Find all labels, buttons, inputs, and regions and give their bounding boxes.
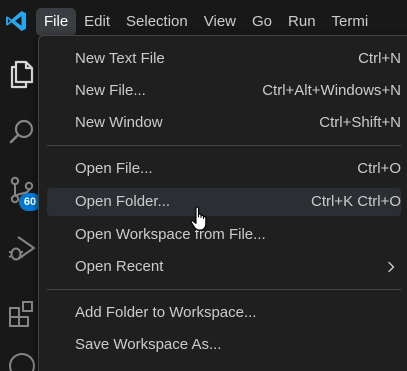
menu-item-shortcut: Ctrl+O bbox=[357, 160, 401, 177]
menu-item-shortcut: Ctrl+Alt+Windows+N bbox=[262, 82, 401, 99]
account-icon[interactable] bbox=[6, 350, 38, 371]
menu-go[interactable]: Go bbox=[244, 8, 280, 36]
menu-view[interactable]: View bbox=[196, 8, 244, 36]
menu-item-open-workspace-from-file[interactable]: Open Workspace from File... bbox=[47, 221, 401, 249]
file-menu-dropdown: New Text File Ctrl+N New File... Ctrl+Al… bbox=[38, 35, 407, 371]
menu-run[interactable]: Run bbox=[280, 8, 324, 36]
hand-pointer-icon bbox=[190, 206, 207, 231]
extensions-icon[interactable] bbox=[6, 298, 38, 330]
menu-file[interactable]: File bbox=[36, 8, 77, 36]
menu-separator bbox=[47, 145, 401, 146]
menu-item-label: Add Folder to Workspace... bbox=[75, 304, 257, 321]
menu-item-label: Open Recent bbox=[75, 258, 164, 275]
menu-item-label: Save Workspace As... bbox=[75, 336, 222, 353]
menu-item-label: Open Workspace from File... bbox=[75, 226, 266, 243]
menu-selection[interactable]: Selection bbox=[118, 8, 196, 36]
explorer-icon[interactable] bbox=[6, 58, 38, 90]
menu-bar: File Edit Selection View Go Run Termi bbox=[36, 8, 376, 36]
menu-item-shortcut: Ctrl+N bbox=[358, 50, 401, 67]
vscode-window: File Edit Selection View Go Run Termi 60 bbox=[0, 0, 407, 371]
menu-item-label: New Text File bbox=[75, 50, 165, 67]
menu-item-label: New File... bbox=[75, 82, 146, 99]
menu-terminal[interactable]: Termi bbox=[324, 8, 377, 36]
search-icon[interactable] bbox=[6, 116, 38, 148]
vscode-logo-icon[interactable] bbox=[4, 9, 28, 33]
menu-edit[interactable]: Edit bbox=[76, 8, 118, 36]
menu-item-open-folder[interactable]: Open Folder... Ctrl+K Ctrl+O bbox=[47, 188, 401, 216]
menu-item-shortcut: Ctrl+Shift+N bbox=[319, 114, 401, 131]
menu-item-open-file[interactable]: Open File... Ctrl+O bbox=[47, 155, 401, 183]
menu-item-new-file[interactable]: New File... Ctrl+Alt+Windows+N bbox=[47, 77, 401, 105]
menu-separator bbox=[47, 289, 401, 290]
menu-item-save-workspace-as[interactable]: Save Workspace As... bbox=[47, 331, 401, 359]
menu-item-open-recent[interactable]: Open Recent bbox=[47, 253, 401, 281]
run-debug-icon[interactable] bbox=[6, 232, 38, 264]
menu-item-label: Open File... bbox=[75, 160, 153, 177]
menu-item-label: Open Folder... bbox=[75, 193, 171, 210]
menu-item-new-text-file[interactable]: New Text File Ctrl+N bbox=[47, 45, 401, 73]
menu-item-label: New Window bbox=[75, 114, 163, 131]
menu-item-new-window[interactable]: New Window Ctrl+Shift+N bbox=[47, 109, 401, 137]
menu-item-add-folder-to-workspace[interactable]: Add Folder to Workspace... bbox=[47, 299, 401, 327]
menu-item-shortcut: Ctrl+K Ctrl+O bbox=[310, 193, 401, 210]
chevron-right-icon bbox=[388, 261, 395, 273]
